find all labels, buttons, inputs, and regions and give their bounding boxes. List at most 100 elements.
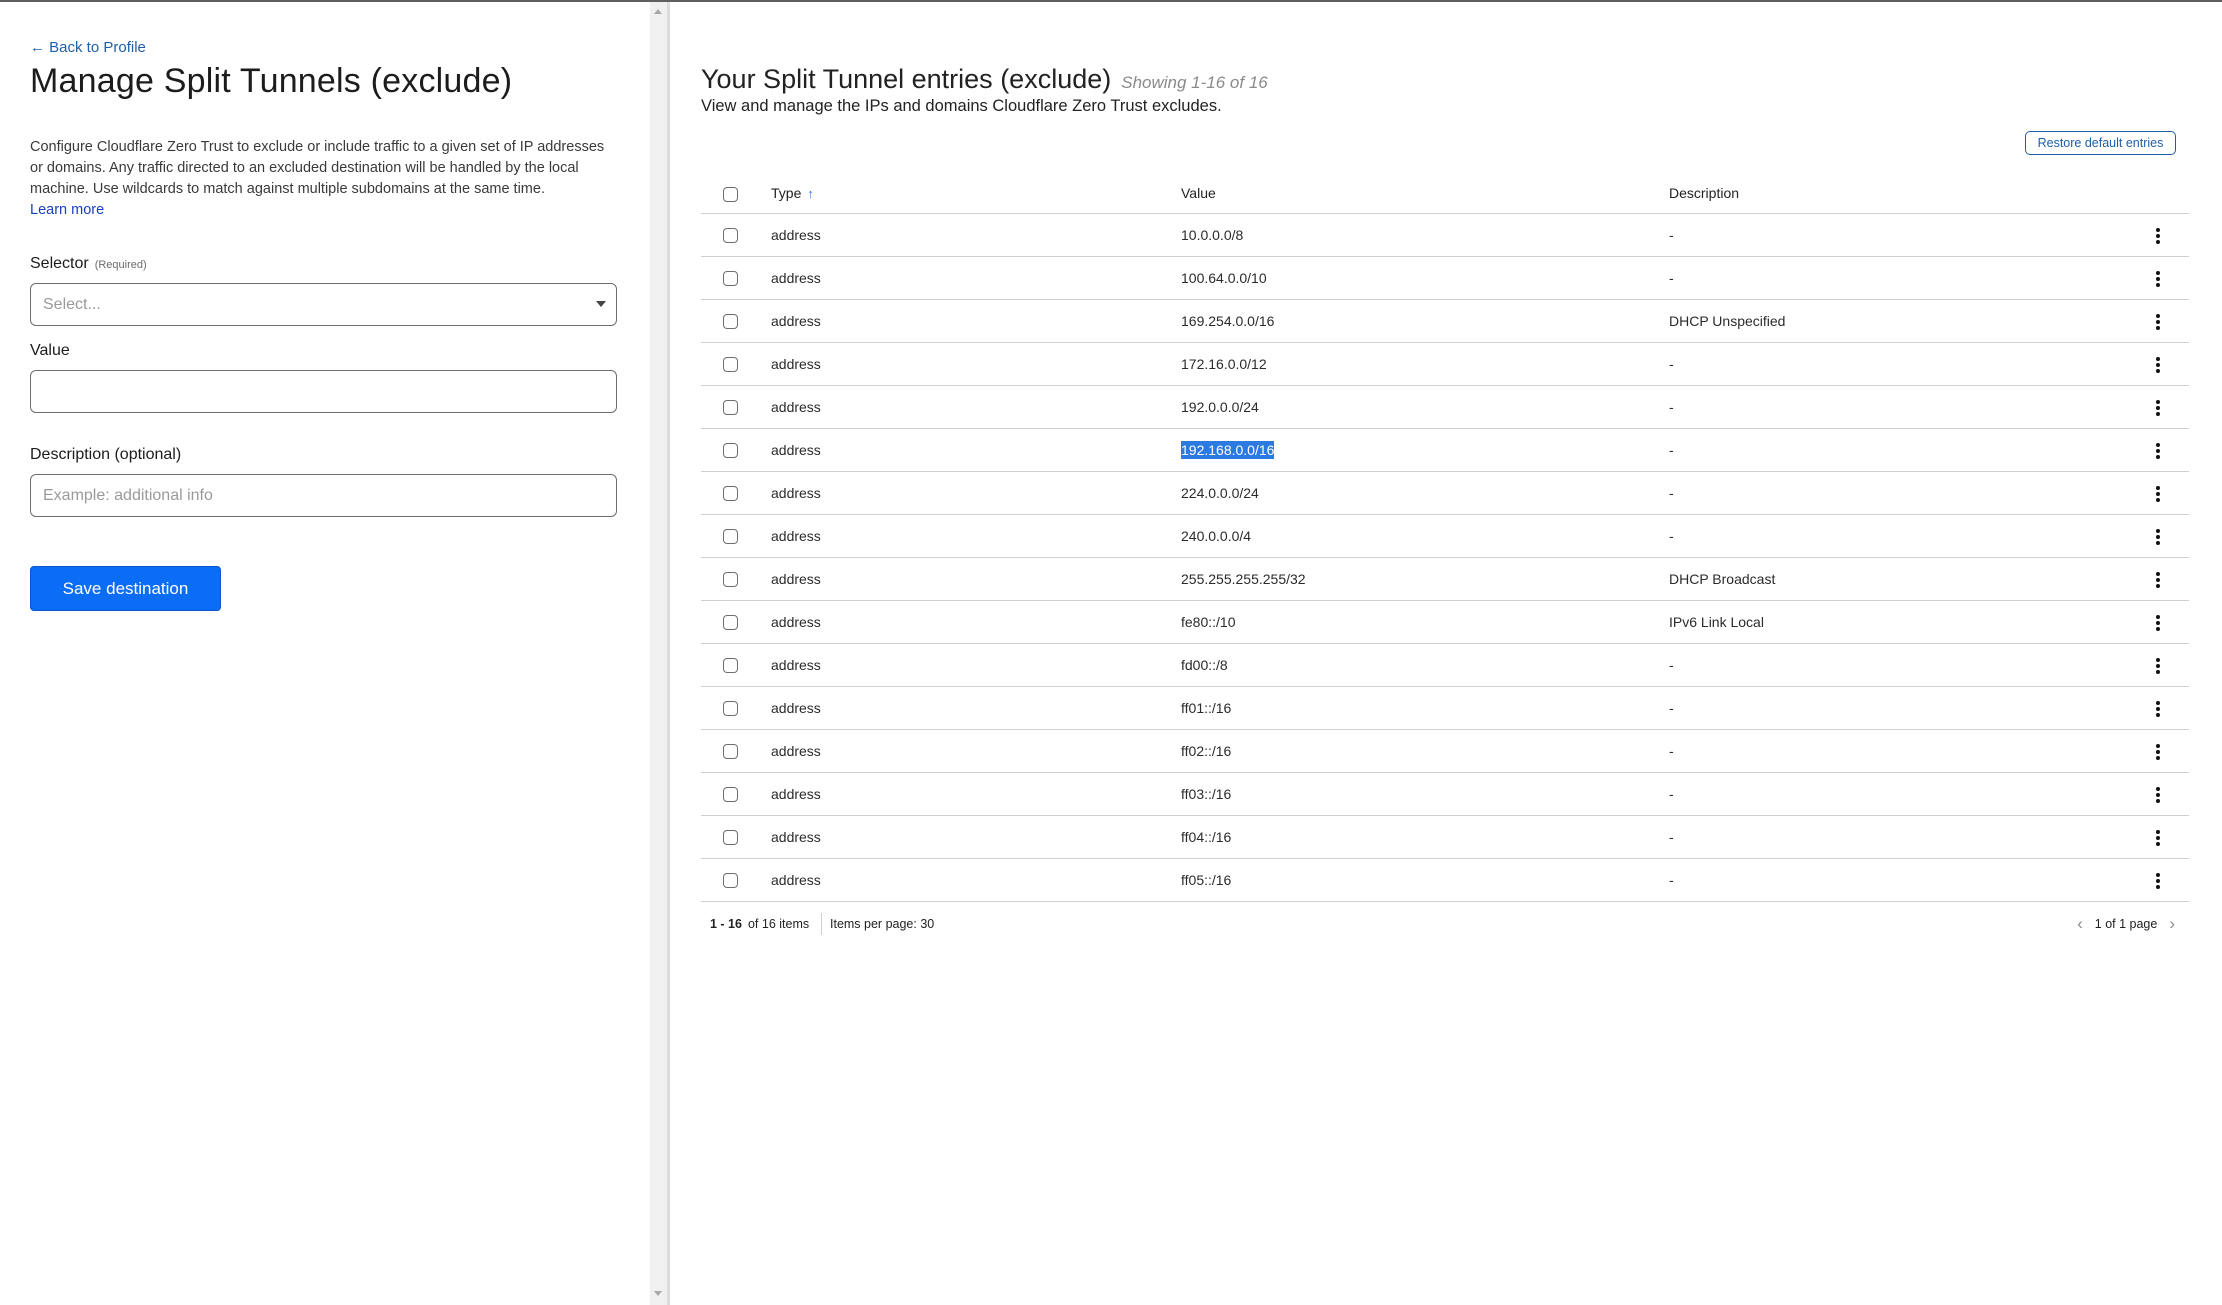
table-row[interactable]: address 224.0.0.0/24 - [701, 472, 2189, 515]
description-input[interactable]: Example: additional info [30, 474, 617, 517]
cell-value-text: ff04::/16 [1181, 829, 1232, 845]
cell-type: address [771, 270, 821, 286]
page-status: 1 of 1 page [2094, 917, 2158, 931]
table-row[interactable]: address 240.0.0.0/4 - [701, 515, 2189, 558]
page-title: Manage Split Tunnels (exclude) [30, 62, 513, 100]
cell-value: 192.0.0.0/24 [1181, 386, 1259, 428]
table-row[interactable]: address fd00::/8 - [701, 644, 2189, 687]
row-checkbox[interactable] [723, 271, 738, 286]
table-body: address 10.0.0.0/8- address 100.64.0.0/10- a… [701, 214, 2189, 902]
table-row[interactable]: address ff02::/16 - [701, 730, 2189, 773]
row-checkbox[interactable] [723, 486, 738, 501]
row-checkbox[interactable] [723, 658, 738, 673]
table-row[interactable]: address 100.64.0.0/10 - [701, 257, 2189, 300]
selector-dropdown[interactable]: Select... [30, 283, 617, 326]
cell-value-text: ff01::/16 [1181, 700, 1232, 716]
kebab-menu-icon[interactable] [2153, 269, 2163, 289]
table-row[interactable]: address 192.0.0.0/24 - [701, 386, 2189, 429]
kebab-menu-icon[interactable] [2153, 312, 2163, 332]
column-header-type[interactable]: Type ↑ [771, 173, 814, 213]
table-row[interactable]: address fe80::/10 IPv6 Link Local [701, 601, 2189, 644]
kebab-dot [2156, 406, 2160, 410]
kebab-dot [2156, 283, 2160, 287]
kebab-dot [2156, 443, 2160, 447]
kebab-dot [2156, 756, 2160, 760]
row-checkbox[interactable] [723, 228, 738, 243]
cell-type: address [771, 657, 821, 673]
row-checkbox[interactable] [723, 787, 738, 802]
kebab-dot [2156, 670, 2160, 674]
kebab-menu-icon[interactable] [2153, 613, 2163, 633]
row-checkbox[interactable] [723, 443, 738, 458]
kebab-dot [2156, 271, 2160, 275]
value-input[interactable] [30, 370, 617, 413]
cell-type: address [771, 829, 821, 845]
required-hint: (Required) [94, 259, 147, 271]
kebab-dot [2156, 873, 2160, 877]
cell-description: - [1669, 356, 1674, 372]
kebab-menu-icon[interactable] [2153, 871, 2163, 891]
cell-description: - [1669, 700, 1674, 716]
row-checkbox[interactable] [723, 572, 738, 587]
back-to-profile-link[interactable]: ← Back to Profile [30, 39, 146, 56]
chevron-left-icon[interactable]: ‹ [2077, 914, 2083, 934]
cell-description: DHCP Unspecified [1669, 313, 1786, 329]
save-destination-button[interactable]: Save destination [30, 566, 221, 611]
scroll-down-arrow-icon[interactable] [654, 1291, 662, 1296]
items-per-page-selector[interactable]: Items per page: 30 [830, 917, 934, 931]
row-checkbox[interactable] [723, 744, 738, 759]
column-header-type-label: Type [771, 185, 802, 201]
table-row[interactable]: address 10.0.0.0/8 - [701, 214, 2189, 257]
table-row[interactable]: address 172.16.0.0/12 - [701, 343, 2189, 386]
kebab-menu-icon[interactable] [2153, 699, 2163, 719]
row-checkbox[interactable] [723, 873, 738, 888]
row-checkbox[interactable] [723, 529, 738, 544]
description-label: Description (optional) [30, 446, 182, 463]
row-checkbox[interactable] [723, 314, 738, 329]
kebab-menu-icon[interactable] [2153, 656, 2163, 676]
kebab-dot [2156, 879, 2160, 883]
row-checkbox[interactable] [723, 830, 738, 845]
table-header-row: Type ↑ Value Description [701, 173, 2189, 214]
row-checkbox[interactable] [723, 615, 738, 630]
column-header-value[interactable]: Value [1181, 173, 1216, 213]
chevron-right-icon[interactable]: › [2169, 914, 2175, 934]
cell-value-text: 192.0.0.0/24 [1181, 399, 1259, 415]
kebab-dot [2156, 842, 2160, 846]
kebab-dot [2156, 658, 2160, 662]
kebab-menu-icon[interactable] [2153, 226, 2163, 246]
kebab-dot [2156, 486, 2160, 490]
row-checkbox[interactable] [723, 701, 738, 716]
cell-description: - [1669, 743, 1674, 759]
kebab-dot [2156, 707, 2160, 711]
kebab-menu-icon[interactable] [2153, 527, 2163, 547]
restore-default-entries-button[interactable]: Restore default entries [2025, 131, 2176, 155]
kebab-menu-icon[interactable] [2153, 484, 2163, 504]
table-row[interactable]: address ff05::/16 - [701, 859, 2189, 902]
kebab-menu-icon[interactable] [2153, 785, 2163, 805]
kebab-dot [2156, 529, 2160, 533]
cell-type: address [771, 313, 821, 329]
table-row[interactable]: address 192.168.0.0/16 - [701, 429, 2189, 472]
table-row[interactable]: address ff03::/16 - [701, 773, 2189, 816]
table-row[interactable]: address ff01::/16 - [701, 687, 2189, 730]
select-all-checkbox[interactable] [723, 187, 738, 202]
kebab-menu-icon[interactable] [2153, 570, 2163, 590]
row-checkbox[interactable] [723, 400, 738, 415]
kebab-dot [2156, 234, 2160, 238]
table-row[interactable]: address 169.254.0.0/16 DHCP Unspecified [701, 300, 2189, 343]
kebab-menu-icon[interactable] [2153, 828, 2163, 848]
scroll-up-arrow-icon[interactable] [654, 9, 662, 14]
kebab-menu-icon[interactable] [2153, 398, 2163, 418]
table-row[interactable]: address ff04::/16 - [701, 816, 2189, 859]
kebab-dot [2156, 885, 2160, 889]
table-row[interactable]: address 255.255.255.255/32 DHCP Broadcast [701, 558, 2189, 601]
showing-count: Showing 1-16 of 16 [1121, 73, 1268, 92]
column-header-description[interactable]: Description [1669, 173, 1739, 213]
kebab-menu-icon[interactable] [2153, 742, 2163, 762]
learn-more-link[interactable]: Learn more [30, 202, 104, 218]
kebab-menu-icon[interactable] [2153, 355, 2163, 375]
row-checkbox[interactable] [723, 357, 738, 372]
left-panel-scrollbar[interactable] [650, 2, 667, 1305]
kebab-menu-icon[interactable] [2153, 441, 2163, 461]
